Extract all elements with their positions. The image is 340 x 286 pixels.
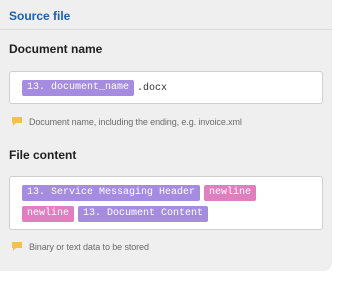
variable-token-document-content[interactable]: 13. Document Content (78, 206, 209, 222)
comment-icon (11, 116, 23, 127)
variable-token-service-messaging-header[interactable]: 13. Service Messaging Header (22, 185, 201, 201)
file-content-row: newline 13. Document Content (22, 206, 314, 222)
file-content-row: 13. Service Messaging Header newline (22, 185, 314, 201)
file-content-label: File content (9, 148, 77, 162)
comment-icon (11, 241, 23, 252)
source-file-panel: Source file Document name 13. document_n… (0, 0, 332, 271)
section-title: Source file (9, 9, 71, 23)
newline-token[interactable]: newline (22, 206, 75, 222)
file-content-field[interactable]: 13. Service Messaging Header newline new… (9, 176, 323, 230)
section-divider (0, 29, 332, 30)
document-name-row: 13. document_name .docx (22, 80, 314, 96)
newline-token[interactable]: newline (204, 185, 257, 201)
document-name-hint-text: Document name, including the ending, e.g… (29, 116, 242, 127)
document-name-label: Document name (9, 42, 103, 56)
file-content-hint-text: Binary or text data to be stored (29, 241, 149, 252)
document-name-field[interactable]: 13. document_name .docx (9, 71, 323, 104)
variable-token-document-name[interactable]: 13. document_name (22, 80, 135, 96)
file-content-hint: Binary or text data to be stored (11, 241, 149, 252)
document-name-hint: Document name, including the ending, e.g… (11, 116, 242, 127)
document-name-suffix: .docx (137, 82, 168, 94)
